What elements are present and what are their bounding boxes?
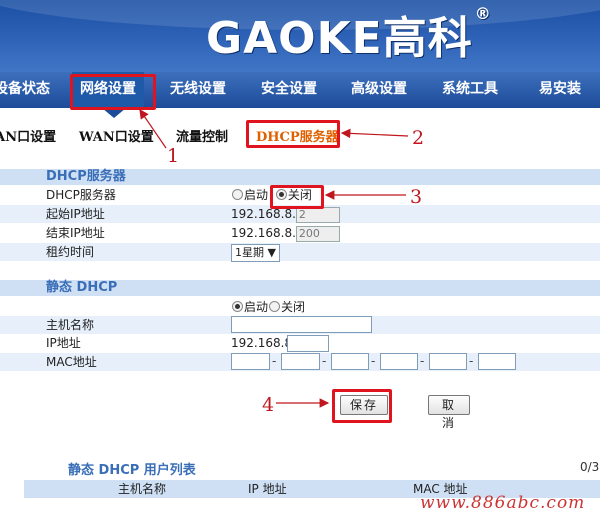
arrow-2 xyxy=(340,128,409,139)
annotation-arrows xyxy=(139,109,409,408)
annotation-number-1: 1 xyxy=(167,145,180,167)
arrow-1 xyxy=(139,109,167,149)
annotation-number-4: 4 xyxy=(262,394,275,416)
annotation-number-2: 2 xyxy=(412,127,425,149)
annotation-number-3: 3 xyxy=(410,186,423,208)
